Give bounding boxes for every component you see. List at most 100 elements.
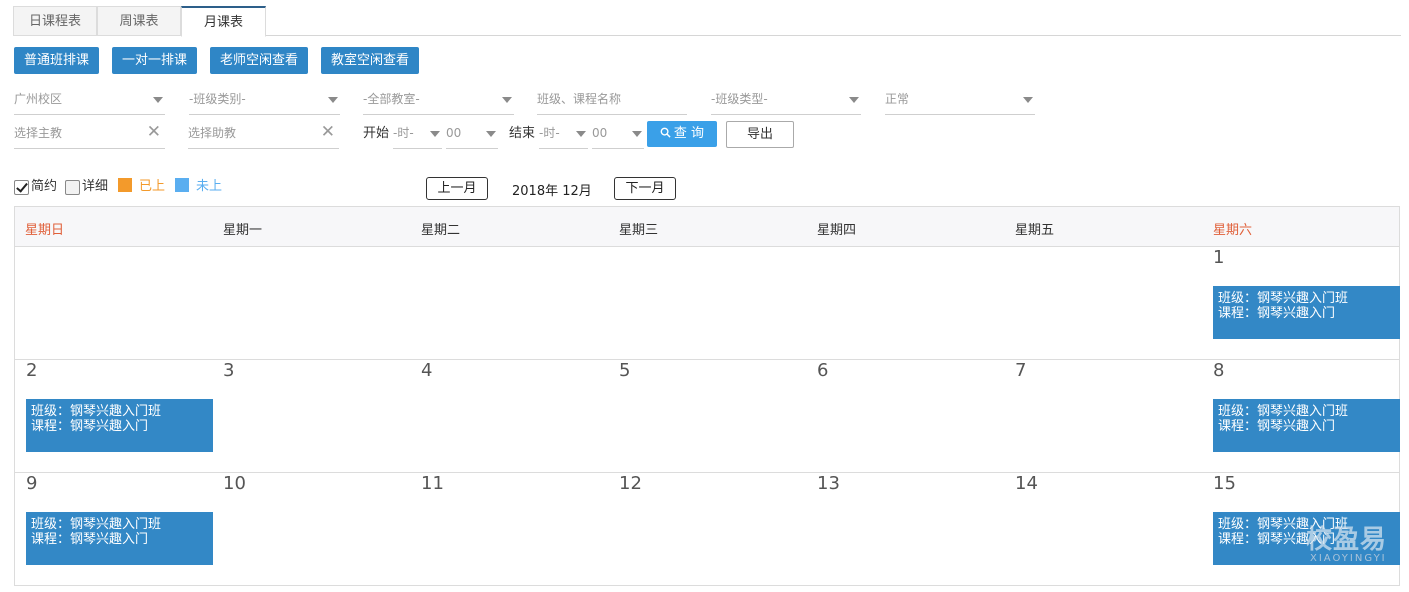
chevron-down-icon [328,97,338,103]
end-hour-select[interactable]: -时- [539,121,588,149]
day-number[interactable]: 14 [1015,473,1038,494]
current-month: 2018年 12月 [512,184,592,199]
weekday-sunday: 星期日 [25,223,65,238]
class-category-select[interactable]: -班级类别- [189,87,340,115]
calendar-week-row: 9 10 11 12 13 14 15 班级：钢琴兴趣入门班 课程：钢琴兴趣入门… [15,473,1400,586]
brief-checkbox[interactable] [14,180,29,195]
schedule-event[interactable]: 班级：钢琴兴趣入门班 课程：钢琴兴趣入门 [26,399,213,452]
event-class-line: 班级：钢琴兴趣入门班 [1218,404,1349,419]
assistant-teacher-placeholder: 选择助教 [188,126,237,140]
classroom-select[interactable]: -全部教室- [363,87,514,115]
weekday-friday: 星期五 [1015,223,1055,238]
day-number[interactable]: 9 [26,473,37,494]
day-number[interactable]: 13 [817,473,840,494]
calendar-week-row: 1 班级：钢琴兴趣入门班 课程：钢琴兴趣入门 [15,247,1400,360]
status-select[interactable]: 正常 [885,87,1035,115]
chevron-down-icon [632,131,642,137]
tab-monthly-schedule[interactable]: 月课表 [181,6,266,37]
teacher-free-button[interactable]: 老师空闲查看 [210,47,308,74]
event-course-line: 课程：钢琴兴趣入门 [1218,419,1336,434]
classroom-free-button[interactable]: 教室空闲查看 [321,47,419,74]
weekday-thursday: 星期四 [817,223,857,238]
export-button[interactable]: 导出 [726,121,794,148]
query-button-label: 查 询 [673,126,705,141]
weekday-tuesday: 星期二 [421,223,461,238]
end-minute-select[interactable]: 00 [592,121,644,149]
event-class-line: 班级：钢琴兴趣入门班 [31,517,162,532]
clear-icon[interactable]: ✕ [321,120,335,144]
search-icon [660,127,671,138]
assistant-teacher-input[interactable]: 选择助教 ✕ [188,121,339,149]
campus-select[interactable]: 广州校区 [14,87,165,115]
chevron-down-icon [1023,97,1033,103]
tab-weekly-schedule[interactable]: 周课表 [97,6,181,36]
event-course-line: 课程：钢琴兴趣入门 [1218,532,1336,547]
start-minute-select[interactable]: 00 [446,121,498,149]
detail-label: 详细 [82,179,109,194]
regular-schedule-button[interactable]: 普通班排课 [14,47,99,74]
weekday-monday: 星期一 [223,223,263,238]
chevron-down-icon [576,131,586,137]
schedule-event[interactable]: 班级：钢琴兴趣入门班 课程：钢琴兴趣入门 [1213,286,1400,339]
clear-icon[interactable]: ✕ [147,120,161,144]
weekday-wednesday: 星期三 [619,223,659,238]
day-number[interactable]: 12 [619,473,642,494]
end-hour-value: -时- [539,126,560,140]
event-course-line: 课程：钢琴兴趣入门 [31,532,149,547]
one-on-one-schedule-button[interactable]: 一对一排课 [112,47,197,74]
brief-label: 简约 [31,179,58,194]
next-month-button[interactable]: 下一月 [614,177,676,200]
status-select-value: 正常 [885,92,910,106]
start-hour-select[interactable]: -时- [393,121,442,149]
end-time-label: 结束 [509,126,536,141]
event-course-line: 课程：钢琴兴趣入门 [1218,306,1336,321]
event-course-line: 课程：钢琴兴趣入门 [31,419,149,434]
day-number[interactable]: 1 [1213,247,1224,268]
day-number[interactable]: 3 [223,360,234,381]
chevron-down-icon [486,131,496,137]
query-button[interactable]: 查 询 [647,121,717,147]
day-number[interactable]: 7 [1015,360,1026,381]
day-number[interactable]: 6 [817,360,828,381]
chevron-down-icon [153,97,163,103]
day-number[interactable]: 11 [421,473,444,494]
view-tabs: 日课程表 周课表 月课表 [13,6,1401,37]
day-number[interactable]: 15 [1213,473,1236,494]
main-teacher-placeholder: 选择主教 [14,126,63,140]
day-number[interactable]: 4 [421,360,432,381]
calendar-week-row: 2 3 4 5 6 7 8 班级：钢琴兴趣入门班 课程：钢琴兴趣入门 班级：钢琴… [15,360,1400,473]
day-number[interactable]: 8 [1213,360,1224,381]
main-teacher-input[interactable]: 选择主教 ✕ [14,121,165,149]
day-number[interactable]: 2 [26,360,37,381]
class-type-select[interactable]: -班级类型- [711,87,861,115]
chevron-down-icon [502,97,512,103]
schedule-event[interactable]: 班级：钢琴兴趣入门班 课程：钢琴兴趣入门 [1213,399,1400,452]
event-class-line: 班级：钢琴兴趣入门班 [31,404,162,419]
chevron-down-icon [430,131,440,137]
class-course-placeholder: 班级、课程名称 [537,92,622,106]
pending-color-swatch [175,178,189,192]
done-legend-label: 已上 [139,179,166,194]
start-minute-value: 00 [446,126,462,140]
chevron-down-icon [849,97,859,103]
class-category-select-value: -班级类别- [189,92,246,106]
schedule-event[interactable]: 班级：钢琴兴趣入门班 课程：钢琴兴趣入门 [1213,512,1400,565]
day-number[interactable]: 10 [223,473,246,494]
classroom-select-value: -全部教室- [363,92,420,106]
detail-checkbox[interactable] [65,180,80,195]
pending-legend-label: 未上 [196,179,223,194]
done-color-swatch [118,178,132,192]
tab-daily-schedule[interactable]: 日课程表 [13,6,97,36]
campus-select-value: 广州校区 [14,92,63,106]
start-time-label: 开始 [363,126,390,141]
prev-month-button[interactable]: 上一月 [426,177,488,200]
month-calendar: 星期日 星期一 星期二 星期三 星期四 星期五 星期六 1 班级：钢琴兴趣入门班… [14,206,1400,586]
end-minute-value: 00 [592,126,608,140]
schedule-event[interactable]: 班级：钢琴兴趣入门班 课程：钢琴兴趣入门 [26,512,213,565]
class-course-search-input[interactable]: 班级、课程名称 [537,87,687,115]
calendar-header: 星期日 星期一 星期二 星期三 星期四 星期五 星期六 [15,207,1399,247]
weekday-saturday: 星期六 [1213,223,1253,238]
start-hour-value: -时- [393,126,414,140]
event-class-line: 班级：钢琴兴趣入门班 [1218,517,1349,532]
day-number[interactable]: 5 [619,360,630,381]
